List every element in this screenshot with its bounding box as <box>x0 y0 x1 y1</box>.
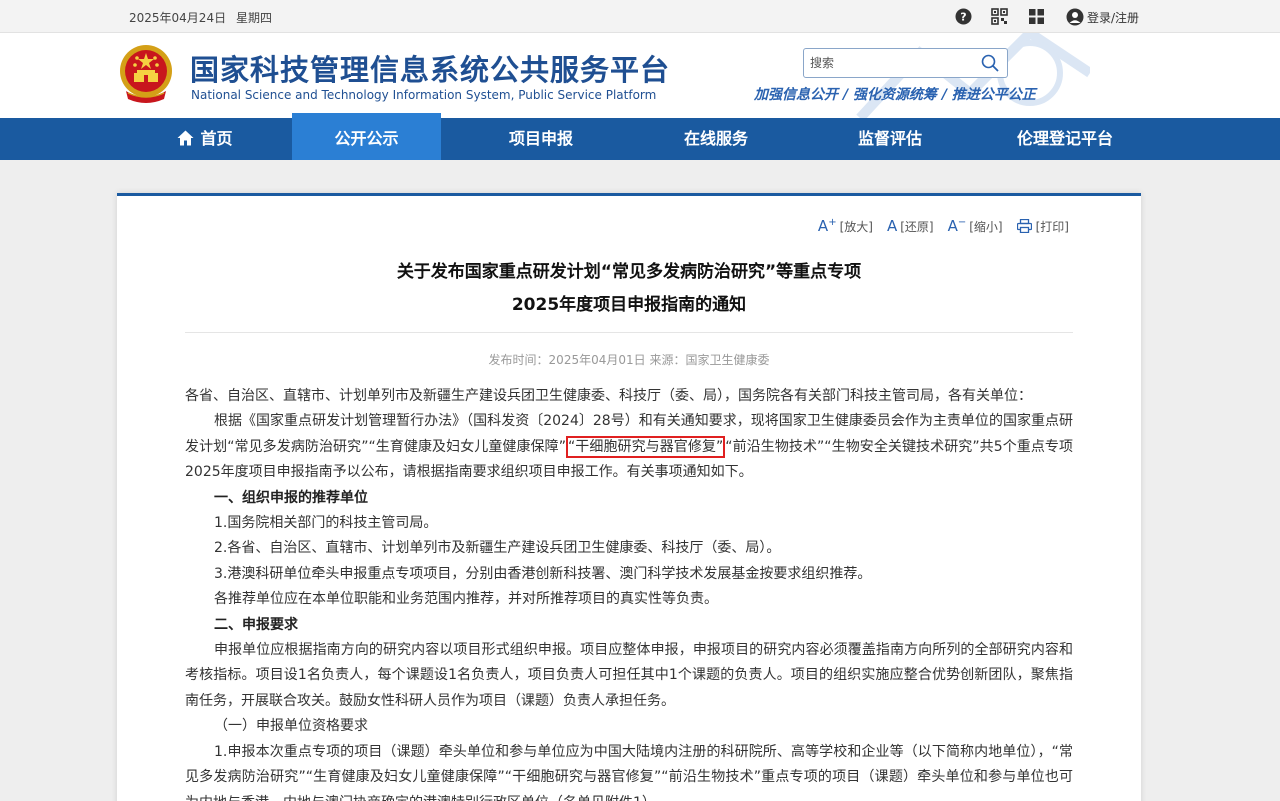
nav-item-public-notice[interactable]: 公开公示 <box>292 113 441 160</box>
user-icon <box>1066 8 1084 26</box>
reset-button[interactable]: A [还原] <box>887 217 934 235</box>
reset-icon: A <box>886 217 898 235</box>
enlarge-icon: A+ <box>817 217 837 235</box>
search-icon[interactable] <box>981 54 999 72</box>
enlarge-button[interactable]: A+ [放大] <box>818 217 873 235</box>
nav-item-ethics-platform[interactable]: 伦理登记平台 <box>990 118 1140 160</box>
current-weekday: 星期四 <box>236 11 273 25</box>
article-body: 各省、自治区、直辖市、计划单列市及新疆生产建设兵团卫生健康委、科技厅（委、局），… <box>185 384 1073 801</box>
print-label: [打印] <box>1035 219 1069 234</box>
search-box <box>803 48 1008 78</box>
site-title: 国家科技管理信息系统公共服务平台 <box>190 53 671 87</box>
nav-label: 伦理登记平台 <box>1016 129 1113 148</box>
section-heading-1: 一、组织申报的推荐单位 <box>214 489 368 506</box>
list-item: 2.各省、自治区、直辖市、计划单列市及新疆生产建设兵团卫生健康委、科技厅（委、局… <box>214 540 781 557</box>
intro-paragraph: 根据《国家重点研发计划管理暂行办法》（国科发资〔2024〕28号）和有关通知要求… <box>185 409 1073 485</box>
highlighted-program: “干细胞研究与器官修复” <box>565 435 726 458</box>
home-icon <box>177 130 194 146</box>
site-slogan: 加强信息公开 / 强化资源统筹 / 推进公平公正 <box>754 87 1036 103</box>
article-card: A+ [放大] A [还原] A− [缩小] [打印] 关于发布国家重点研发计划… <box>117 193 1141 801</box>
current-date: 2025年04月24日 <box>129 11 227 25</box>
reset-label: [还原] <box>900 219 934 234</box>
article-title-line2: 2025年度项目申报指南的通知 <box>511 295 747 315</box>
eligibility-paragraph: 1.申报本次重点专项的项目（课题）牵头单位和参与单位应为中国大陆境内注册的科研院… <box>185 743 1073 801</box>
print-button[interactable]: [打印] <box>1016 217 1069 235</box>
national-emblem-logo <box>120 45 172 103</box>
search-input[interactable] <box>810 54 970 72</box>
requirements-paragraph: 申报单位应根据指南方向的研究内容以项目形式组织申报。项目应整体申报，申报项目的研… <box>185 642 1073 709</box>
apps-grid-icon[interactable] <box>1028 8 1045 25</box>
login-label: 登录/注册 <box>1087 10 1140 25</box>
shrink-icon: A− <box>947 217 967 235</box>
nav-label: 项目申报 <box>508 129 573 148</box>
nav-label: 首页 <box>200 129 233 148</box>
subsection-heading: （一）申报单位资格要求 <box>214 718 368 735</box>
nav-label: 公开公示 <box>334 129 399 148</box>
nav-item-supervision[interactable]: 监督评估 <box>815 118 965 160</box>
help-icon[interactable]: ? <box>955 8 972 25</box>
article-title-line1: 关于发布国家重点研发计划“常见多发病防治研究”等重点专项 <box>396 262 862 282</box>
svg-text:?: ? <box>960 11 966 24</box>
site-header: 国家科技管理信息系统公共服务平台 National Science and Te… <box>0 33 1280 118</box>
nav-item-online-service[interactable]: 在线服务 <box>641 118 791 160</box>
list-item: 1.国务院相关部门的科技主管司局。 <box>214 515 438 532</box>
nav-item-home[interactable]: 首页 <box>140 118 270 160</box>
top-bar: 2025年04月24日 星期四 ? 登录/注册 <box>0 0 1280 33</box>
salutation-paragraph: 各省、自治区、直辖市、计划单列市及新疆生产建设兵团卫生健康委、科技厅（委、局），… <box>185 388 1032 404</box>
list-item: 3.港澳科研单位牵头申报重点专项项目，分别由香港创新科技署、澳门科学技术发展基金… <box>214 565 872 582</box>
login-link[interactable]: 登录/注册 <box>1066 8 1139 26</box>
shrink-button[interactable]: A− [缩小] <box>948 217 1003 235</box>
nav-label: 在线服务 <box>683 129 748 148</box>
nav-label: 监督评估 <box>857 129 922 148</box>
list-item: 各推荐单位应在本单位职能和业务范围内推荐，并对所推荐项目的真实性等负责。 <box>214 591 718 608</box>
printer-icon <box>1016 219 1032 233</box>
section-heading-2: 二、申报要求 <box>214 616 298 633</box>
enlarge-label: [放大] <box>839 219 873 234</box>
site-subtitle: National Science and Technology Informat… <box>191 88 657 102</box>
main-nav: 首页 公开公示 项目申报 在线服务 监督评估 伦理登记平台 <box>0 113 1280 160</box>
article-meta: 发布时间：2025年04月01日 来源：国家卫生健康委 <box>488 353 770 367</box>
article-tools: A+ [放大] A [还原] A− [缩小] [打印] <box>804 217 1069 235</box>
shrink-label: [缩小] <box>969 219 1003 234</box>
qrcode-icon[interactable] <box>991 8 1008 25</box>
title-divider <box>185 332 1073 333</box>
nav-item-project-application[interactable]: 项目申报 <box>466 118 616 160</box>
